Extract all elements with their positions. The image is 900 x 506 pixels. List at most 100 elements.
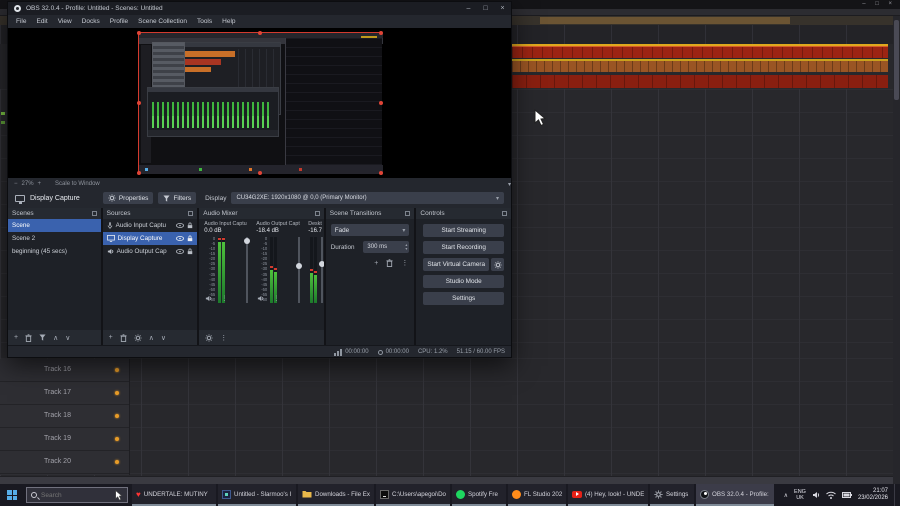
fl-window-buttons-icon[interactable]: – □ × — [862, 1, 896, 7]
menu-profile[interactable]: Profile — [105, 18, 133, 25]
display-select[interactable]: CU34G2XE: 1920x1080 @ 0,0 (Primary Monit… — [231, 192, 504, 204]
close-icon[interactable]: × — [494, 2, 511, 15]
crop-handle[interactable] — [379, 31, 383, 35]
crop-handle[interactable] — [137, 101, 141, 105]
transition-select[interactable]: Fade ▾ — [330, 224, 410, 236]
move-source-up-button[interactable]: ∧ — [149, 334, 154, 342]
track-row[interactable]: Track 19 — [0, 428, 129, 451]
add-scene-button[interactable]: + — [14, 334, 18, 341]
menu-edit[interactable]: Edit — [31, 18, 52, 25]
filters-button[interactable]: Filters — [158, 192, 197, 204]
visibility-eye-icon[interactable] — [176, 223, 185, 228]
minimize-icon[interactable]: – — [460, 2, 477, 15]
lock-icon[interactable] — [187, 222, 193, 229]
settings-button[interactable]: Settings — [423, 292, 505, 305]
taskbar-app-settings[interactable]: Settings — [650, 484, 694, 506]
source-item[interactable]: Display Capture — [102, 232, 198, 245]
track-name[interactable]: Track 17 — [44, 389, 71, 396]
mute-speaker-icon[interactable] — [257, 295, 264, 302]
fl-pattern-clip-orange[interactable] — [512, 61, 888, 72]
crop-handle[interactable] — [379, 101, 383, 105]
fl-scrollbar-thumb[interactable] — [894, 20, 899, 100]
scale-mode-select[interactable]: Scale to Window — [55, 181, 100, 187]
spin-down-icon[interactable]: ▾ — [405, 247, 407, 251]
transition-menu-icon[interactable]: ⋮ — [401, 259, 408, 267]
taskbar-search[interactable] — [26, 487, 128, 503]
show-desktop-button[interactable] — [894, 484, 898, 506]
sources-panel-header[interactable]: Sources — [103, 208, 198, 219]
properties-button[interactable]: Properties — [102, 192, 154, 204]
obs-preview-canvas[interactable] — [8, 28, 511, 178]
volume-slider-handle[interactable] — [319, 261, 324, 267]
mixer-menu-icon[interactable]: ⋮ — [220, 334, 227, 342]
obs-titlebar[interactable]: OBS 32.0.4 - Profile: Untitled - Scenes:… — [8, 2, 511, 15]
taskbar-app-obs[interactable]: OBS 32.0.4 - Profile: L — [696, 484, 774, 506]
fl-pattern-clip-red[interactable] — [512, 46, 888, 58]
volume-slider[interactable] — [246, 237, 249, 303]
menu-help[interactable]: Help — [217, 18, 240, 25]
channel-menu-icon[interactable]: ⋮ — [273, 295, 279, 302]
transitions-panel-header[interactable]: Scene Transitions — [326, 208, 415, 219]
menu-scene-collection[interactable]: Scene Collection — [133, 18, 192, 25]
fl-pattern-clip-red-2[interactable] — [512, 75, 888, 88]
remove-source-button[interactable] — [120, 333, 127, 342]
duration-spinner[interactable]: 300 ms ▴ ▾ — [363, 241, 410, 253]
speaker-icon[interactable] — [812, 491, 820, 499]
controls-panel-header[interactable]: Controls — [416, 208, 511, 219]
track-row[interactable]: Track 17 — [0, 382, 129, 405]
start-recording-button[interactable]: Start Recording — [423, 241, 505, 254]
crop-handle[interactable] — [258, 31, 262, 35]
scene-item[interactable]: Scene — [8, 219, 101, 232]
taskbar-app-youtube[interactable]: (4) Hey, look! - UNDE — [568, 484, 648, 506]
start-virtual-camera-button[interactable]: Start Virtual Camera — [423, 258, 490, 271]
menu-file[interactable]: File — [11, 18, 31, 25]
volume-slider[interactable] — [298, 237, 301, 303]
studio-mode-button[interactable]: Studio Mode — [423, 275, 505, 288]
source-properties-button[interactable] — [134, 333, 142, 342]
volume-slider-handle[interactable] — [296, 263, 303, 269]
channel-menu-icon[interactable]: ⋮ — [221, 295, 227, 302]
taskbar-app-spotify[interactable]: Spotify Fre — [452, 484, 506, 506]
track-row[interactable]: Track 18 — [0, 405, 129, 428]
wifi-icon[interactable] — [826, 491, 836, 499]
track-led-icon[interactable] — [115, 368, 119, 372]
crop-handle[interactable] — [258, 171, 262, 175]
taskbar-app-slarmoo[interactable]: Untitled - Slarmoo's I — [218, 484, 296, 506]
lock-icon[interactable] — [187, 235, 193, 242]
crop-handle[interactable] — [137, 171, 141, 175]
mixer-settings-button[interactable] — [205, 333, 213, 342]
source-item[interactable]: Audio Output Cap — [103, 245, 198, 258]
track-name[interactable]: Track 19 — [44, 435, 71, 442]
visibility-eye-icon[interactable] — [176, 236, 185, 241]
menu-view[interactable]: View — [53, 18, 77, 25]
scene-item[interactable]: Scene 2 — [8, 232, 101, 245]
move-scene-down-button[interactable]: ∨ — [65, 334, 70, 342]
add-source-button[interactable]: + — [109, 334, 113, 341]
start-button[interactable] — [0, 484, 24, 506]
source-item[interactable]: Audio Input Captu — [103, 219, 198, 232]
remove-scene-button[interactable] — [25, 333, 32, 342]
menu-tools[interactable]: Tools — [192, 18, 217, 25]
track-row[interactable]: Track 20 — [0, 451, 129, 474]
mixer-panel-header[interactable]: Audio Mixer — [199, 208, 324, 219]
volume-slider[interactable] — [321, 237, 324, 303]
volume-slider-handle[interactable] — [244, 238, 251, 244]
taskbar-app-flstudio[interactable]: FL Studio 202 — [508, 484, 566, 506]
move-scene-up-button[interactable]: ∧ — [53, 334, 58, 342]
track-name[interactable]: Track 20 — [44, 458, 71, 465]
zoom-in-button[interactable]: + — [38, 181, 42, 187]
add-transition-button[interactable]: + — [374, 260, 378, 267]
zoom-out-button[interactable]: − — [14, 181, 18, 187]
crop-handle[interactable] — [379, 171, 383, 175]
scene-filters-button[interactable] — [39, 334, 46, 341]
language-indicator[interactable]: ENG UK — [794, 489, 806, 501]
mute-speaker-icon[interactable] — [205, 295, 212, 302]
taskbar-app-undertale[interactable]: ♥ UNDERTALE: MUTINY — [132, 484, 216, 506]
visibility-eye-icon[interactable] — [176, 249, 185, 254]
scene-item[interactable]: beginning (45 secs) — [8, 245, 101, 258]
track-led-icon[interactable] — [115, 391, 119, 395]
track-row[interactable]: Track 16 — [0, 359, 129, 382]
menu-docks[interactable]: Docks — [77, 18, 105, 25]
virtual-camera-settings-button[interactable] — [491, 258, 505, 271]
track-led-icon[interactable] — [115, 437, 119, 441]
